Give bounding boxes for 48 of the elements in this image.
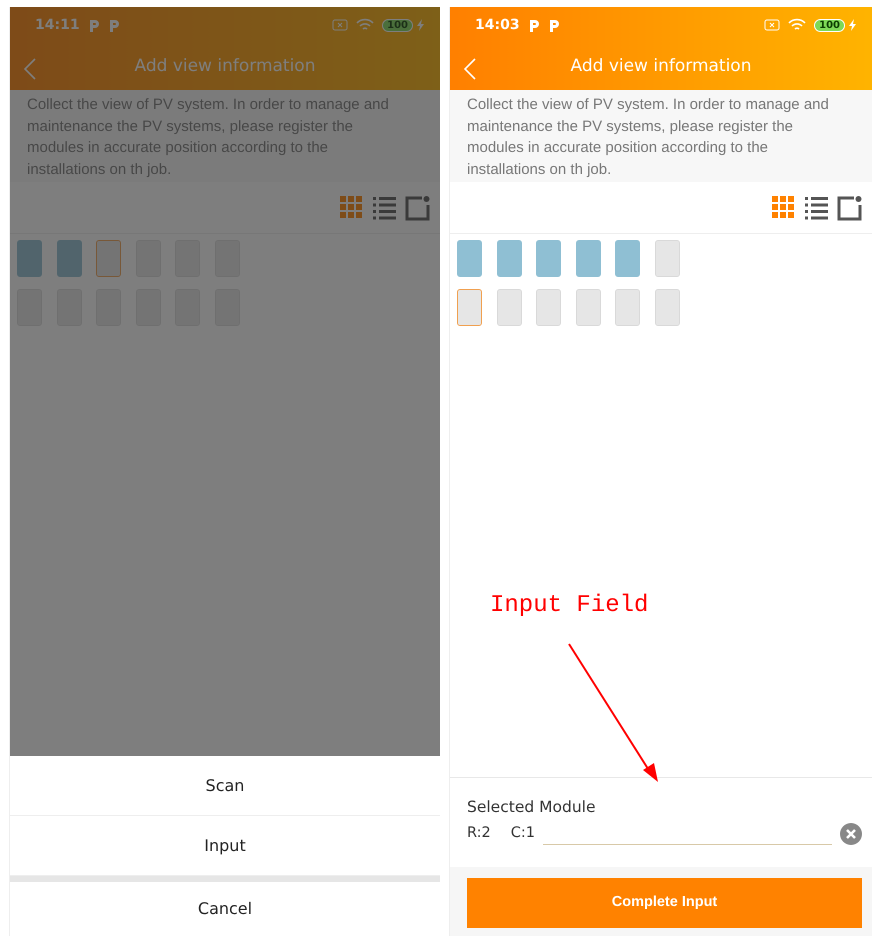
- notification-icon: [528, 18, 540, 32]
- column-label: C:1: [510, 824, 535, 844]
- module-slot[interactable]: [17, 240, 42, 277]
- notification-icon: [548, 18, 560, 32]
- annotation-text: Input Field: [490, 591, 648, 621]
- module-slot[interactable]: [96, 240, 121, 277]
- list-view-icon: [372, 194, 397, 220]
- clear-button[interactable]: [840, 823, 862, 845]
- module-slot[interactable]: [654, 289, 680, 326]
- module-slot[interactable]: [576, 240, 600, 277]
- view-mode-tab[interactable]: [837, 194, 862, 220]
- panel-heading: Selected Module: [467, 796, 596, 818]
- page-title: Add view information: [570, 54, 752, 78]
- status-time: 14:11: [35, 16, 80, 34]
- module-slot[interactable]: [496, 289, 522, 326]
- status-time: 14:03: [475, 16, 520, 34]
- module-slot[interactable]: [615, 289, 640, 326]
- module-slot[interactable]: [457, 289, 482, 326]
- module-slot[interactable]: [457, 240, 482, 277]
- charging-icon: [849, 19, 856, 31]
- battery-level: 100: [382, 18, 413, 32]
- module-slot[interactable]: [615, 240, 640, 277]
- grid-view-icon: [771, 194, 796, 220]
- module-slot[interactable]: [536, 240, 561, 277]
- wifi-icon: [788, 18, 806, 32]
- module-slot[interactable]: [576, 289, 600, 326]
- sim-icon: [332, 19, 348, 31]
- row-label: R:2: [467, 824, 491, 844]
- sim-icon: [764, 19, 780, 31]
- frame-view-icon: [405, 194, 430, 220]
- view-mode-tab[interactable]: [804, 194, 829, 220]
- module-slot[interactable]: [654, 240, 680, 277]
- module-slot[interactable]: [536, 289, 561, 326]
- clear-icon: [840, 823, 862, 845]
- chevron-left-icon: [24, 58, 36, 80]
- module-slot[interactable]: [56, 240, 82, 277]
- grid-view-icon: [339, 194, 364, 220]
- page-title: Add view information: [134, 54, 316, 78]
- module-slot[interactable]: [496, 240, 522, 277]
- notification-icon: [108, 18, 120, 32]
- frame-view-icon: [837, 194, 862, 220]
- charging-icon: [417, 19, 424, 31]
- notification-icon: [88, 18, 100, 32]
- chevron-left-icon: [464, 58, 476, 80]
- battery-level: 100: [814, 18, 845, 32]
- wifi-icon: [356, 18, 374, 32]
- description-text: Collect the view of PV system. In order to manage and maintenance the PV systems, please register the modules in accurate position according to the installations on th job.: [450, 90, 872, 182]
- list-view-icon: [804, 194, 829, 220]
